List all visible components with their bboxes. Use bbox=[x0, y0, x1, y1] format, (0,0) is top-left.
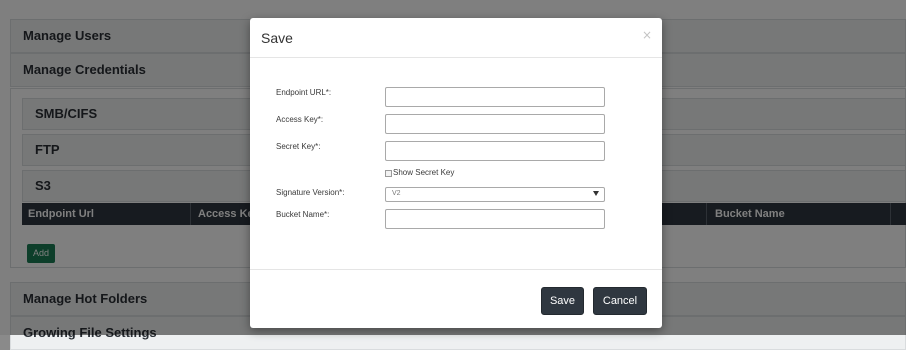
signature-version-select[interactable]: V2 bbox=[385, 187, 605, 202]
secret-key-input[interactable] bbox=[385, 141, 605, 161]
access-key-input[interactable] bbox=[385, 114, 605, 134]
close-icon[interactable]: × bbox=[642, 28, 652, 42]
signature-version-value: V2 bbox=[392, 190, 401, 197]
dialog-footer: Save Cancel bbox=[250, 269, 662, 328]
endpoint-url-label: Endpoint URL*: bbox=[276, 88, 332, 97]
chevron-down-icon bbox=[593, 191, 599, 196]
signature-version-label: Signature Version*: bbox=[276, 188, 345, 197]
bucket-name-input[interactable] bbox=[385, 209, 605, 229]
secret-key-label: Secret Key*: bbox=[276, 142, 321, 151]
endpoint-url-input[interactable] bbox=[385, 87, 605, 107]
save-button[interactable]: Save bbox=[541, 287, 584, 315]
bucket-name-label: Bucket Name*: bbox=[276, 210, 330, 219]
show-secret-key-checkbox[interactable] bbox=[385, 170, 392, 177]
save-dialog: Save × Endpoint URL*: Access Key*: Secre… bbox=[250, 18, 662, 328]
access-key-label: Access Key*: bbox=[276, 115, 324, 124]
dialog-title: Save bbox=[261, 30, 293, 46]
dialog-header: Save × bbox=[250, 18, 662, 58]
show-secret-key-label[interactable]: Show Secret Key bbox=[393, 168, 454, 177]
cancel-button[interactable]: Cancel bbox=[593, 287, 647, 315]
